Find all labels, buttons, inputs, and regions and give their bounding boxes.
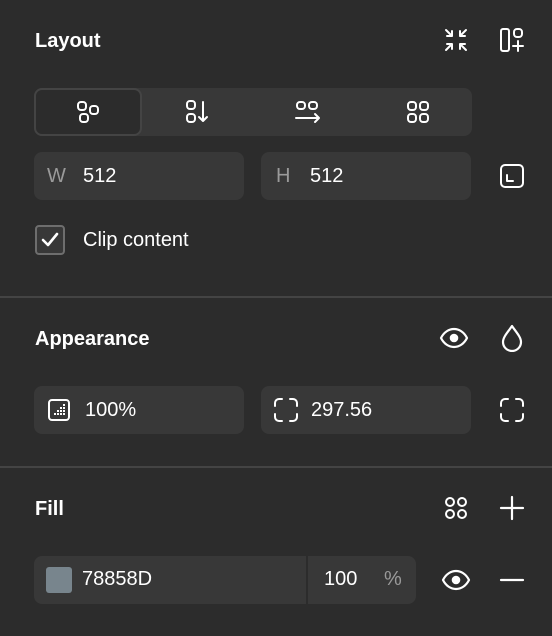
toggle-visibility-button[interactable] (434, 318, 474, 358)
fill-visibility-button[interactable] (436, 560, 476, 600)
clip-content-checkbox[interactable] (35, 225, 65, 255)
add-layout-grid-button[interactable] (492, 20, 532, 60)
layout-direction-control (34, 88, 472, 136)
resize-icon (500, 164, 524, 188)
corner-radius-icon (274, 398, 298, 422)
height-value: 512 (310, 164, 344, 187)
eye-icon (439, 327, 469, 349)
width-field[interactable]: W 512 (34, 152, 244, 200)
section-divider (0, 296, 552, 298)
width-label: W (47, 164, 66, 187)
droplet-icon (501, 324, 523, 352)
height-label: H (276, 164, 291, 187)
clip-content-label: Clip content (83, 229, 189, 251)
fill-title: Fill (35, 498, 64, 520)
opacity-icon-wrap (47, 398, 85, 422)
checkmark-icon (41, 232, 59, 247)
vertical-flow-icon (186, 100, 208, 123)
independent-corners-icon (500, 398, 524, 422)
horizontal-flow-icon (295, 101, 320, 123)
fill-color-swatch[interactable] (46, 567, 72, 593)
layout-freeform-option[interactable] (34, 88, 142, 136)
minus-icon (499, 578, 525, 582)
corner-icon-wrap (273, 397, 311, 423)
fill-hex-value[interactable]: 78858D (82, 568, 152, 591)
fill-opacity-percent: % (384, 568, 402, 590)
plus-icon (499, 495, 525, 521)
add-fill-button[interactable] (492, 488, 532, 528)
collapse-layout-button[interactable] (436, 20, 476, 60)
grid-layout-icon (407, 101, 429, 123)
section-divider (0, 466, 552, 468)
collapse-icon (445, 29, 467, 51)
freeform-layout-icon (77, 101, 99, 123)
blend-mode-button[interactable] (492, 318, 532, 358)
fill-row: 78858D 100 % (34, 556, 416, 604)
fill-styles-button[interactable] (436, 488, 476, 528)
fill-opacity-value[interactable]: 100 (324, 568, 357, 591)
opacity-field[interactable]: 100% (34, 386, 244, 434)
layout-add-icon (500, 28, 524, 52)
resize-to-fit-button[interactable] (492, 156, 532, 196)
appearance-title: Appearance (35, 328, 150, 350)
layout-horizontal-option[interactable] (254, 88, 362, 136)
eye-icon (441, 569, 471, 591)
corner-radius-field[interactable]: 297.56 (261, 386, 471, 434)
width-value: 512 (83, 164, 117, 187)
layout-vertical-option[interactable] (144, 88, 252, 136)
opacity-value: 100% (85, 398, 137, 421)
layout-grid-option[interactable] (364, 88, 472, 136)
remove-fill-button[interactable] (492, 560, 532, 600)
opacity-icon (48, 399, 70, 421)
styles-grid-icon (445, 497, 467, 519)
independent-corners-button[interactable] (492, 390, 532, 430)
corner-radius-value: 297.56 (311, 398, 373, 421)
fill-row-divider (306, 556, 308, 604)
layout-title: Layout (35, 30, 101, 52)
height-field[interactable]: H 512 (261, 152, 471, 200)
